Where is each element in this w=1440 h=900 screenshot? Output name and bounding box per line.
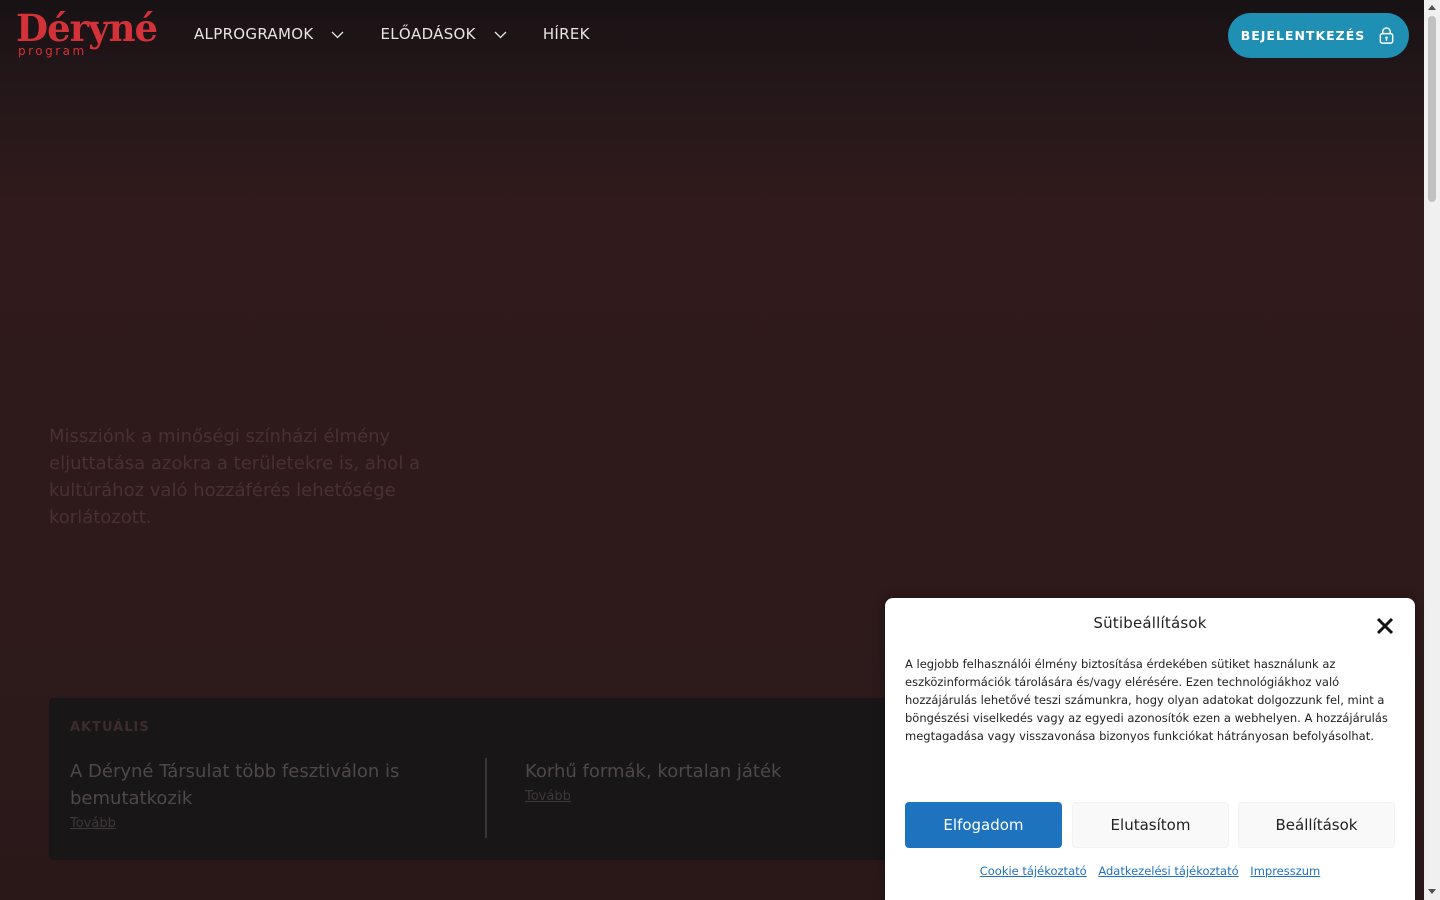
impressum-link[interactable]: Impresszum xyxy=(1250,864,1320,878)
nav-item-eloadasok[interactable]: ELŐADÁSOK xyxy=(380,25,507,43)
news-item-title[interactable]: A Déryné Társulat több fesztiválon is be… xyxy=(70,758,450,812)
news-item-more-link[interactable]: Tovább xyxy=(70,816,116,831)
main-nav: ALPROGRAMOK ELŐADÁSOK HÍREK xyxy=(194,22,626,46)
news-item-title[interactable]: Korhű formák, kortalan játék xyxy=(525,758,925,785)
lock-icon xyxy=(1379,27,1394,44)
cookie-policy-link[interactable]: Cookie tájékoztató xyxy=(980,864,1087,878)
cookie-consent-dialog: Sütibeállítások A legjobb felhasználói é… xyxy=(885,598,1415,900)
cookie-links: Cookie tájékoztató Adatkezelési tájékozt… xyxy=(885,864,1415,878)
login-button[interactable]: BEJELENTKEZÉS xyxy=(1228,13,1409,58)
news-divider xyxy=(485,758,487,838)
site-logo[interactable]: Déryné program xyxy=(16,6,166,62)
cookie-settings-button[interactable]: Beállítások xyxy=(1238,802,1395,848)
nav-item-label: ALPROGRAMOK xyxy=(194,25,314,43)
logo-subtitle: program xyxy=(18,44,87,58)
chevron-down-icon xyxy=(332,31,344,38)
news-item: Korhű formák, kortalan játék Tovább xyxy=(525,758,925,804)
nav-item-hirek[interactable]: HÍREK xyxy=(543,25,590,43)
accept-cookies-button[interactable]: Elfogadom xyxy=(905,802,1062,848)
nav-item-alprogramok[interactable]: ALPROGRAMOK xyxy=(194,25,344,43)
login-button-label: BEJELENTKEZÉS xyxy=(1240,28,1366,43)
news-item: A Déryné Társulat több fesztiválon is be… xyxy=(70,758,450,831)
cookie-dialog-title: Sütibeállítások xyxy=(1093,614,1207,632)
mission-statement: Missziónk a minőségi színházi élmény elj… xyxy=(49,426,421,528)
news-section-label: AKTUÁLIS xyxy=(70,720,150,735)
site-header: Déryné program ALPROGRAMOK ELŐADÁSOK HÍR… xyxy=(0,0,1424,70)
close-icon[interactable] xyxy=(1375,616,1395,636)
deny-cookies-button[interactable]: Elutasítom xyxy=(1072,802,1229,848)
nav-item-label: HÍREK xyxy=(542,25,590,43)
page-scrollbar[interactable] xyxy=(1424,0,1440,900)
privacy-policy-link[interactable]: Adatkezelési tájékoztató xyxy=(1098,864,1238,878)
nav-item-label: ELŐADÁSOK xyxy=(380,25,476,43)
news-item-more-link[interactable]: Tovább xyxy=(525,789,571,804)
scroll-down-arrow-icon[interactable] xyxy=(1428,889,1436,894)
cookie-dialog-text: A legjobb felhasználói élmény biztosítás… xyxy=(905,657,1388,743)
chevron-down-icon xyxy=(494,31,507,38)
scroll-up-arrow-icon[interactable] xyxy=(1428,5,1436,10)
scrollbar-thumb[interactable] xyxy=(1428,16,1436,202)
